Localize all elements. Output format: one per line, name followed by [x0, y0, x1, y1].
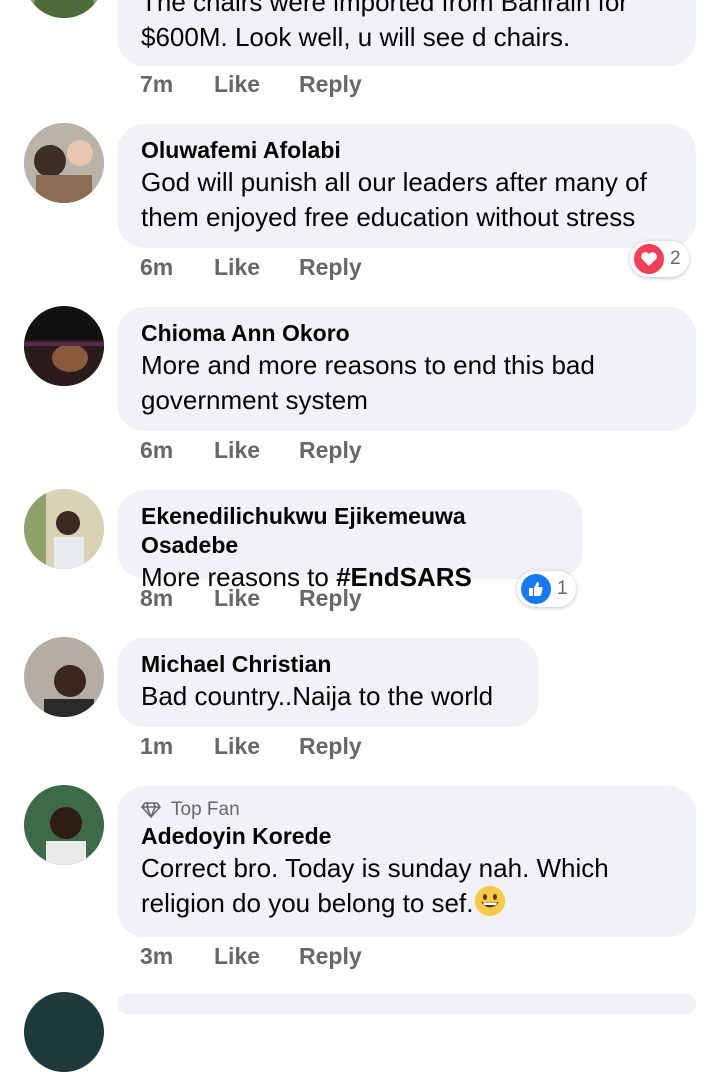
- comment-line: God will punish all our leaders after ma…: [141, 167, 647, 197]
- avatar[interactable]: [24, 123, 104, 203]
- avatar[interactable]: [24, 992, 104, 1072]
- commenter-name[interactable]: Chioma Ann Okoro: [141, 319, 672, 348]
- reply-button[interactable]: Reply: [299, 71, 362, 98]
- commenter-name[interactable]: Ekenedilichukwu Ejikemeuwa Osadebe: [141, 502, 559, 560]
- comment-bubble: Michael Christian Bad country..Naija to …: [117, 638, 539, 727]
- comment-line: religion do you belong to sef.: [141, 888, 474, 918]
- comment-text: The chairs were imported from Bahrain fo…: [141, 0, 672, 55]
- like-button[interactable]: Like: [214, 437, 299, 464]
- timestamp[interactable]: 3m: [140, 943, 214, 970]
- comment-bubble: Chioma Ann Okoro More and more reasons t…: [117, 307, 696, 431]
- avatar[interactable]: [24, 306, 104, 386]
- comment-actions: 1m Like Reply: [140, 728, 362, 764]
- comment-actions: 8m Like Reply: [140, 580, 362, 616]
- comment-line: The chairs were imported from Bahrain fo…: [141, 0, 628, 17]
- comment-bubble: Oluwafemi Afolabi God will punish all ou…: [117, 124, 696, 248]
- avatar[interactable]: [24, 489, 104, 569]
- reaction-count: 2: [670, 248, 681, 269]
- comment-line: them enjoyed free education without stre…: [141, 202, 636, 232]
- reaction-summary[interactable]: 1: [517, 571, 576, 607]
- comment-bubble: The chairs were imported from Bahrain fo…: [117, 0, 696, 66]
- comment-line: Correct bro. Today is sunday nah. Which: [141, 853, 609, 883]
- diamond-icon: [141, 802, 161, 818]
- reply-button[interactable]: Reply: [299, 943, 362, 970]
- commenter-name[interactable]: Adedoyin Korede: [141, 822, 672, 851]
- reply-button[interactable]: Reply: [299, 733, 362, 760]
- avatar[interactable]: [24, 0, 104, 18]
- commenter-name[interactable]: Michael Christian: [141, 650, 515, 679]
- comment-actions: 6m Like Reply: [140, 249, 362, 285]
- reply-button[interactable]: Reply: [299, 437, 362, 464]
- timestamp[interactable]: 6m: [140, 437, 214, 464]
- reaction-count: 1: [557, 578, 568, 599]
- timestamp[interactable]: 1m: [140, 733, 214, 760]
- top-fan-label: Top Fan: [171, 799, 240, 820]
- comment-actions: 6m Like Reply: [140, 432, 362, 468]
- heart-icon: [634, 244, 664, 274]
- comment-line: Bad country..Naija to the world: [141, 681, 494, 711]
- comment-actions: 3m Like Reply: [140, 938, 362, 974]
- comment-actions: 7m Like Reply: [140, 66, 362, 102]
- avatar[interactable]: [24, 785, 104, 865]
- like-button[interactable]: Like: [214, 254, 299, 281]
- comment-text: Bad country..Naija to the world: [141, 679, 515, 714]
- commenter-name[interactable]: Oluwafemi Afolabi: [141, 136, 672, 165]
- thumbs-up-icon: [521, 574, 551, 604]
- avatar[interactable]: [24, 637, 104, 717]
- comment-text: God will punish all our leaders after ma…: [141, 165, 672, 235]
- comment-line: More and more reasons to end this bad: [141, 350, 595, 380]
- like-button[interactable]: Like: [214, 71, 299, 98]
- grinning-face-icon: [475, 886, 506, 916]
- reply-button[interactable]: Reply: [299, 254, 362, 281]
- comment-line: $600M. Look well, u will see d chairs.: [141, 22, 571, 52]
- timestamp[interactable]: 8m: [140, 585, 214, 612]
- comment-text: Correct bro. Today is sunday nah. Which …: [141, 851, 672, 921]
- top-fan-badge: Top Fan: [141, 798, 672, 822]
- comment-bubble: Ekenedilichukwu Ejikemeuwa Osadebe More …: [117, 490, 583, 592]
- like-button[interactable]: Like: [214, 943, 299, 970]
- comment-line: government system: [141, 385, 368, 415]
- reply-button[interactable]: Reply: [299, 585, 362, 612]
- reaction-summary[interactable]: 2: [630, 241, 689, 277]
- like-button[interactable]: Like: [214, 733, 299, 760]
- comment-bubble: Top Fan Adedoyin Korede Correct bro. Tod…: [117, 786, 696, 937]
- comment-text: More and more reasons to end this bad go…: [141, 348, 672, 418]
- comment-bubble: [117, 994, 696, 1014]
- timestamp[interactable]: 7m: [140, 71, 214, 98]
- timestamp[interactable]: 6m: [140, 254, 214, 281]
- like-button[interactable]: Like: [214, 585, 299, 612]
